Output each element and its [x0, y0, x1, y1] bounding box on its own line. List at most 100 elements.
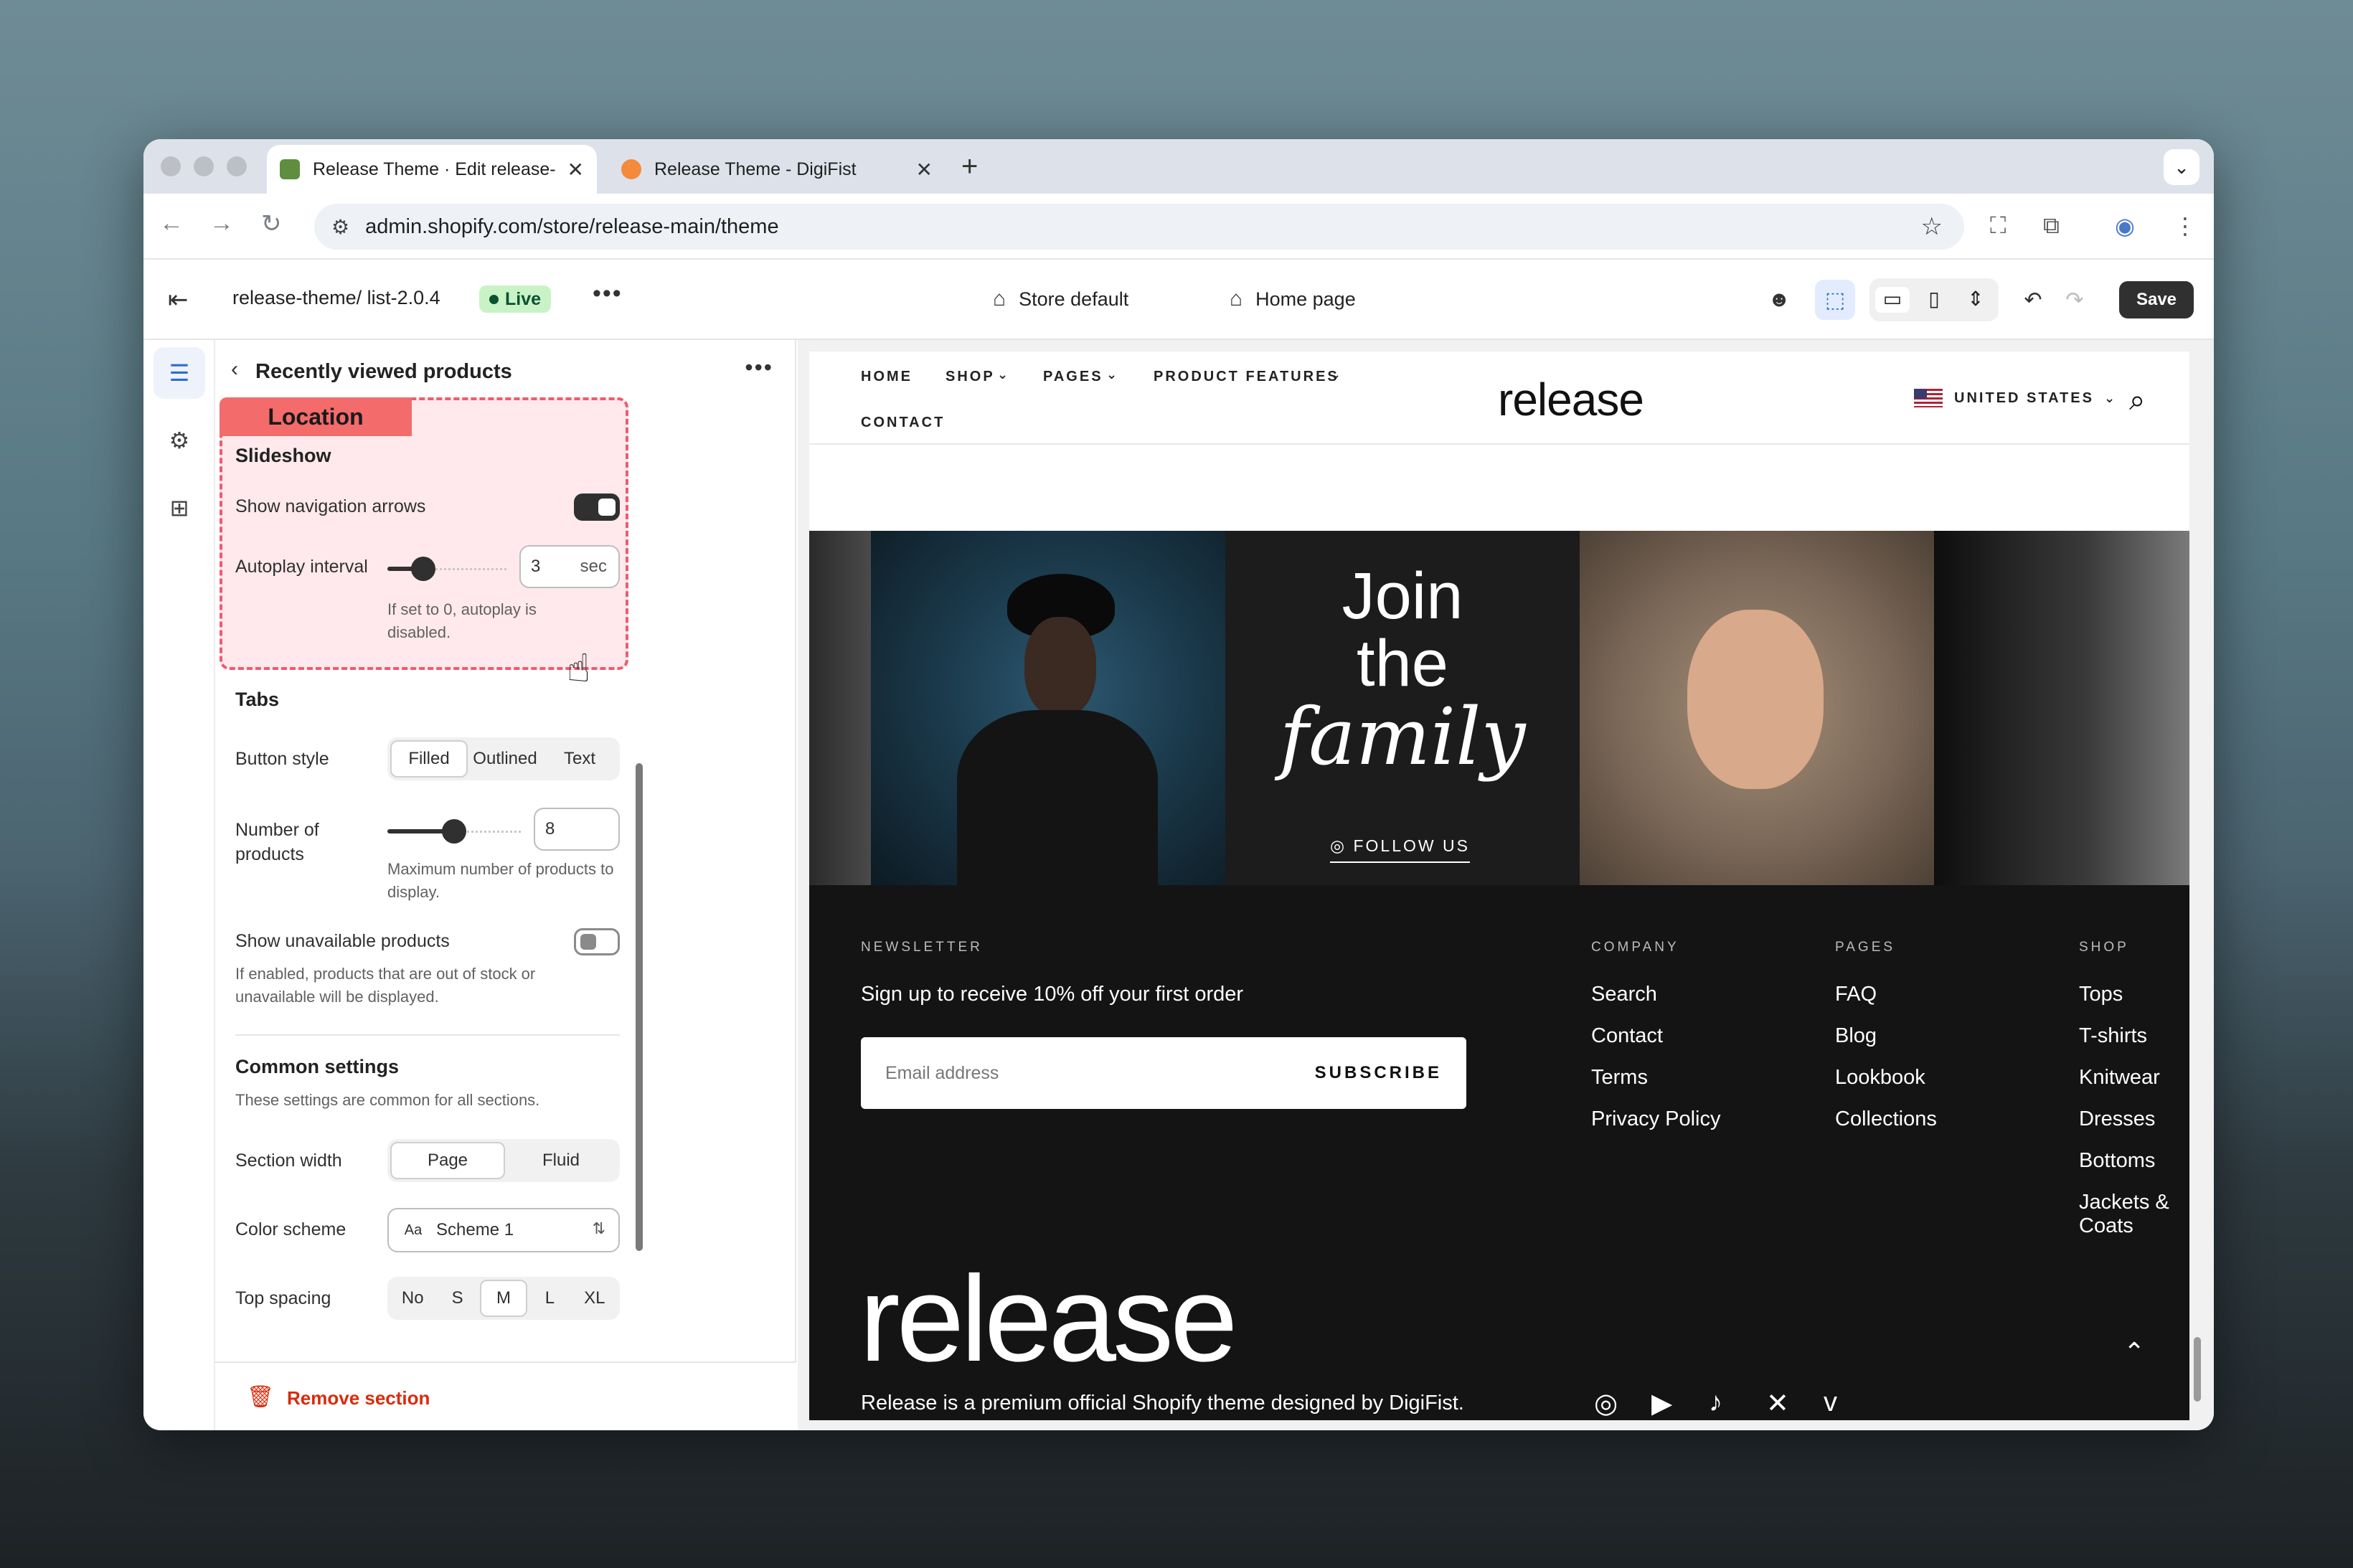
section-more-icon[interactable]: •••	[745, 354, 773, 381]
window-minimize-dot[interactable]	[194, 156, 214, 176]
gallery-image-knit-hood[interactable]	[1580, 531, 1934, 885]
follow-us-link[interactable]: ◎ FOLLOW US	[1330, 836, 1470, 863]
back-arrow-icon[interactable]: ←	[159, 209, 184, 237]
unavailable-toggle[interactable]	[574, 928, 620, 955]
remove-section-button[interactable]: Remove section	[287, 1387, 430, 1409]
footer-link-knitwear[interactable]: Knitwear	[2079, 1066, 2160, 1090]
tab-search-chevron-icon[interactable]: ⌄	[2164, 149, 2199, 185]
show-arrows-toggle[interactable]	[574, 493, 620, 521]
theme-actions-icon[interactable]: •••	[593, 280, 623, 308]
button-style-filled[interactable]: Filled	[390, 740, 468, 778]
footer-link-search[interactable]: Search	[1591, 983, 1657, 1006]
color-scheme-select[interactable]: Aa Scheme 1 ⇅	[387, 1208, 620, 1252]
inspector-icon[interactable]: ⬚	[1815, 280, 1855, 320]
account-icon[interactable]: 👤	[2185, 384, 2189, 418]
subscribe-button[interactable]: SUBSCRIBE	[1315, 1063, 1442, 1083]
search-icon[interactable]: ⌕	[2129, 384, 2145, 417]
preview-scrollbar[interactable]	[2194, 1337, 2201, 1402]
footer-link-bottoms[interactable]: Bottoms	[2079, 1149, 2155, 1173]
theme-settings-gear-icon[interactable]: ⚙	[154, 415, 205, 466]
country-selector[interactable]: UNITED STATES ⌄	[1914, 389, 2117, 407]
section-width-fluid[interactable]: Fluid	[505, 1142, 617, 1179]
forward-arrow-icon[interactable]: →	[209, 209, 234, 237]
button-style-text[interactable]: Text	[542, 740, 617, 778]
bookmark-star-icon[interactable]: ☆	[1921, 212, 1943, 241]
footer-link-lookbook[interactable]: Lookbook	[1835, 1066, 1925, 1090]
tab-edit-release[interactable]: Release Theme · Edit release- ✕	[267, 145, 597, 194]
url-text[interactable]: admin.shopify.com/store/release-main/the…	[365, 215, 779, 239]
autoplay-input[interactable]: 3 sec	[519, 545, 620, 588]
footer-link-tshirts[interactable]: T-shirts	[2079, 1024, 2147, 1048]
footer-link-jackets[interactable]: Jackets & Coats	[2079, 1191, 2189, 1238]
panel-scrollbar[interactable]	[636, 763, 643, 1251]
button-style-outlined[interactable]: Outlined	[468, 740, 542, 778]
nav-contact[interactable]: CONTACT	[861, 415, 945, 431]
footer-link-contact[interactable]: Contact	[1591, 1024, 1663, 1048]
footer-logo: release	[859, 1251, 1238, 1387]
trash-icon[interactable]: 🗑	[247, 1384, 274, 1409]
footer-link-faq[interactable]: FAQ	[1835, 983, 1877, 1006]
site-settings-icon[interactable]: ⚙	[331, 215, 349, 239]
top-spacing-no[interactable]: No	[390, 1280, 435, 1317]
top-spacing-l[interactable]: L	[527, 1280, 572, 1317]
reload-icon[interactable]: ↻	[261, 209, 282, 238]
scroll-to-top-icon[interactable]: ⌃	[2123, 1337, 2145, 1367]
footer-link-tops[interactable]: Tops	[2079, 983, 2123, 1006]
top-spacing-m[interactable]: M	[479, 1280, 528, 1317]
gallery-image-partial[interactable]	[809, 531, 871, 885]
new-tab-icon[interactable]: +	[961, 151, 978, 183]
close-tab-icon[interactable]: ✕	[916, 158, 933, 181]
nav-product-features[interactable]: PRODUCT FEATURES	[1154, 369, 1339, 385]
template-selector[interactable]: ⌂ Store default	[993, 287, 1128, 311]
num-products-input[interactable]: 8	[534, 808, 620, 851]
slider-knob[interactable]	[442, 819, 466, 844]
page-selector[interactable]: ⌂ Home page	[1230, 287, 1356, 311]
top-spacing-xl[interactable]: XL	[572, 1280, 617, 1317]
youtube-icon[interactable]: ▶	[1651, 1387, 1672, 1420]
exit-icon[interactable]: ⇤	[168, 285, 189, 314]
back-chevron-icon[interactable]: ‹	[231, 357, 238, 382]
undo-icon[interactable]: ↶	[2013, 280, 2053, 320]
email-input[interactable]: Email address	[885, 1063, 999, 1084]
save-button[interactable]: Save	[2119, 281, 2194, 318]
instagram-icon[interactable]: ◎	[1594, 1387, 1618, 1420]
footer-link-blog[interactable]: Blog	[1835, 1024, 1877, 1048]
desktop-icon[interactable]: ▭	[1875, 287, 1910, 313]
footer-link-terms[interactable]: Terms	[1591, 1066, 1648, 1090]
footer-link-dresses[interactable]: Dresses	[2079, 1107, 2155, 1131]
profile-icon[interactable]: ◉	[2115, 212, 2135, 240]
slider-knob[interactable]	[410, 557, 435, 581]
newsletter-heading: NEWSLETTER	[861, 940, 983, 955]
nav-home[interactable]: HOME	[861, 369, 913, 385]
editor-header: ⇤ release-theme/ list-2.0.4 Live ••• ⌂ S…	[143, 260, 2214, 340]
section-width-page[interactable]: Page	[390, 1142, 505, 1179]
top-spacing-s[interactable]: S	[435, 1280, 479, 1317]
nav-pages[interactable]: PAGES	[1043, 369, 1103, 385]
sidekick-icon[interactable]: ☻	[1759, 280, 1799, 320]
mobile-icon[interactable]: ▯	[1917, 287, 1951, 313]
fullscreen-icon[interactable]: ⇕	[1958, 287, 1993, 313]
nav-shop[interactable]: SHOP	[946, 369, 995, 385]
window-maximize-dot[interactable]	[227, 156, 247, 176]
window-close-dot[interactable]	[161, 156, 181, 176]
footer-link-collections[interactable]: Collections	[1835, 1107, 1937, 1131]
address-bar[interactable]: ⚙ admin.shopify.com/store/release-main/t…	[314, 204, 1964, 250]
x-icon[interactable]: ✕	[1766, 1387, 1789, 1420]
store-logo[interactable]: release	[1498, 373, 1644, 426]
autoplay-slider[interactable]	[387, 557, 506, 581]
tiktok-icon[interactable]: ♪	[1709, 1387, 1722, 1418]
app-embeds-icon[interactable]: ⊞	[154, 482, 205, 534]
num-products-slider[interactable]	[387, 819, 521, 844]
gallery-image-portrait[interactable]	[871, 531, 1225, 885]
close-tab-icon[interactable]: ✕	[567, 158, 584, 181]
browser-menu-icon[interactable]: ⋮	[2174, 212, 2197, 240]
vimeo-icon[interactable]: v	[1824, 1387, 1837, 1418]
sections-icon[interactable]: ☰	[154, 347, 205, 399]
screen-capture-icon[interactable]: ⛶	[1990, 212, 2006, 240]
extensions-icon[interactable]: ⧉	[2043, 212, 2060, 240]
footer-link-privacy[interactable]: Privacy Policy	[1591, 1107, 1721, 1131]
redo-icon[interactable]: ↷	[2055, 280, 2095, 320]
join-line-1: Join	[1341, 559, 1463, 633]
gallery-image-bw-portrait[interactable]	[1934, 531, 2189, 885]
tab-digifist[interactable]: Release Theme - DigiFist ✕	[608, 145, 946, 194]
